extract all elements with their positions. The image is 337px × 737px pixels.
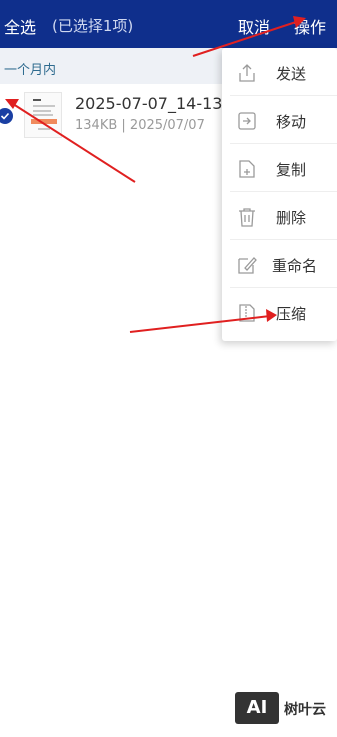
annotation-arrows	[5, 16, 306, 333]
watermark: AI 树叶云	[235, 690, 335, 726]
arrow-to-checkbox	[5, 99, 136, 183]
arrow-to-operate	[192, 16, 306, 57]
watermark-text: 树叶云	[284, 702, 326, 718]
arrow-to-compress	[129, 309, 277, 333]
watermark-logo: AI	[235, 692, 279, 724]
